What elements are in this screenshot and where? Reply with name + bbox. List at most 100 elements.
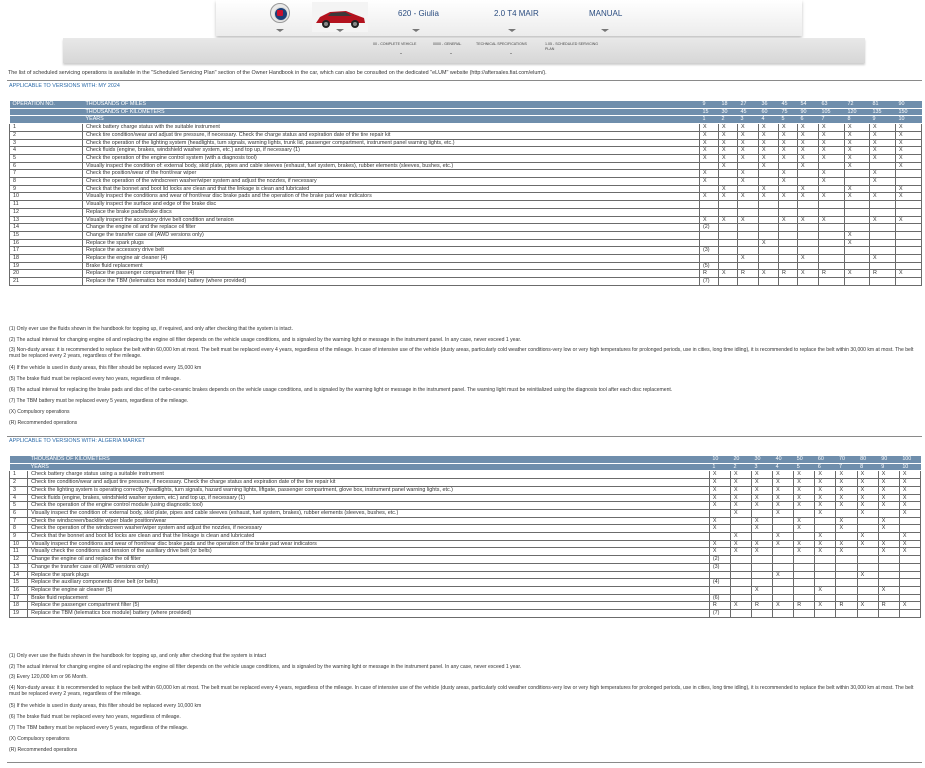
interval-cell: X xyxy=(729,539,753,549)
interval-cell: (4) xyxy=(708,578,731,587)
column-header-value: 10 xyxy=(895,115,922,125)
interval-cell: R xyxy=(818,269,845,279)
interval-cell xyxy=(793,585,816,595)
interval-cell: X xyxy=(869,254,896,263)
interval-cell: (2) xyxy=(708,555,731,564)
column-header-value: 1 xyxy=(709,463,731,472)
chevron-down-icon[interactable] xyxy=(336,29,344,32)
operation-number: 1 xyxy=(9,123,83,132)
operation-number: 15 xyxy=(9,230,83,240)
interval-cell: X xyxy=(844,138,870,148)
column-header-value: 5 xyxy=(778,115,798,125)
interval-cell: X xyxy=(718,130,738,140)
interval-cell: X xyxy=(835,524,858,534)
interval-cell: X xyxy=(778,146,798,155)
interval-cell: X xyxy=(778,123,798,132)
interval-cell: X xyxy=(758,138,779,148)
interval-cell: X xyxy=(737,254,759,263)
car-thumbnail-icon xyxy=(312,2,368,32)
interval-cell: X xyxy=(877,470,900,480)
operation-description: Check fluids (engine, brakes, windshield… xyxy=(82,146,700,155)
interval-cell: X xyxy=(751,585,774,595)
interval-cell xyxy=(699,230,719,240)
interval-cell xyxy=(814,555,837,564)
column-header-value: 40 xyxy=(772,456,794,464)
table-header-row: OPERATION NO. THOUSANDS OF MILES 9 18 27 36 45… xyxy=(9,101,922,109)
interval-cell xyxy=(758,200,779,209)
interval-cell xyxy=(895,223,922,232)
interval-cell: R xyxy=(751,601,774,611)
operation-number: 12 xyxy=(9,207,83,217)
interval-cell: X xyxy=(844,238,870,248)
chevron-down-icon[interactable] xyxy=(601,29,609,32)
interval-cell xyxy=(877,508,900,518)
interval-cell: X xyxy=(895,192,922,202)
interval-cell xyxy=(718,207,738,217)
table-row: 4 Check fluids (engine, brakes, windshiel… xyxy=(9,146,922,155)
interval-cell xyxy=(844,277,870,286)
interval-cell: X xyxy=(895,138,922,148)
column-header-blank xyxy=(9,456,28,464)
column-header-value: 5 xyxy=(793,463,815,472)
interval-cell: X xyxy=(718,123,738,132)
interval-cell xyxy=(758,246,779,256)
interval-cell: X xyxy=(797,254,819,263)
interval-cell: X xyxy=(772,478,795,487)
interval-cell: X xyxy=(699,123,719,132)
interval-cell: X xyxy=(699,192,719,202)
interval-cell: (5) xyxy=(699,261,719,271)
interval-cell: R xyxy=(869,269,896,279)
interval-cell xyxy=(729,555,753,564)
interval-cell xyxy=(758,230,779,240)
table-row: 7 Check the windscreen/backlite wiper bla… xyxy=(8,516,922,526)
interval-cell xyxy=(895,277,922,286)
interval-cell: X xyxy=(895,184,922,194)
interval-cell: X xyxy=(758,184,779,194)
interval-cell: (6) xyxy=(708,593,731,603)
column-header-value: 3 xyxy=(751,463,773,472)
model-dropdown[interactable]: 620 - Giulia xyxy=(398,9,439,18)
breadcrumb-general[interactable]: 0000 - GENERAL xyxy=(433,42,461,47)
interval-cell: X xyxy=(844,153,870,163)
section-divider xyxy=(7,762,922,763)
interval-cell xyxy=(898,562,922,572)
interval-cell: X xyxy=(758,153,779,163)
interval-cell: X xyxy=(797,138,819,148)
interval-cell: X xyxy=(895,269,922,279)
interval-cell: X xyxy=(898,508,922,518)
interval-cell: X xyxy=(699,215,719,225)
interval-cell: X xyxy=(778,177,798,186)
engine-dropdown[interactable]: 2.0 T4 MAIR xyxy=(494,9,539,18)
chevron-down-icon[interactable] xyxy=(508,29,516,32)
interval-cell: X xyxy=(835,478,858,487)
interval-cell xyxy=(737,246,759,256)
column-header-value: 9 xyxy=(878,463,900,472)
interval-cell xyxy=(718,223,738,232)
interval-cell xyxy=(751,555,774,564)
breadcrumb-scheduled-servicing-plan[interactable]: 1.05 - SCHEDULED SERVICING PLAN xyxy=(545,42,607,51)
interval-cell: X xyxy=(718,138,738,148)
transmission-dropdown[interactable]: MANUAL xyxy=(589,9,622,18)
breadcrumb-technical-specifications[interactable]: TECHNICAL SPECIFICATIONS xyxy=(476,42,527,47)
breadcrumb-complete-vehicle[interactable]: 00 - COMPLETE VEHICLE xyxy=(373,42,416,47)
interval-cell: X xyxy=(844,269,870,279)
footnote: (2) The actual interval for changing eng… xyxy=(9,664,522,670)
interval-cell xyxy=(751,532,774,541)
column-header-blank xyxy=(9,115,83,125)
interval-cell: X xyxy=(778,215,798,225)
interval-cell xyxy=(708,570,731,580)
footnote: (5) The brake fluid must be replaced eve… xyxy=(9,376,181,382)
footnote: (X) Compulsory operations xyxy=(9,409,70,415)
interval-cell xyxy=(814,516,837,526)
chevron-down-icon[interactable] xyxy=(412,29,420,32)
interval-cell xyxy=(737,230,759,240)
interval-cell: X xyxy=(835,516,858,526)
chevron-down-icon[interactable] xyxy=(276,29,284,32)
interval-cell xyxy=(814,562,837,572)
interval-cell xyxy=(729,570,753,580)
interval-cell: R xyxy=(793,601,816,611)
intro-text: The list of scheduled servicing operatio… xyxy=(8,70,547,76)
interval-cell xyxy=(895,261,922,271)
interval-cell xyxy=(835,562,858,572)
interval-cell xyxy=(778,261,798,271)
